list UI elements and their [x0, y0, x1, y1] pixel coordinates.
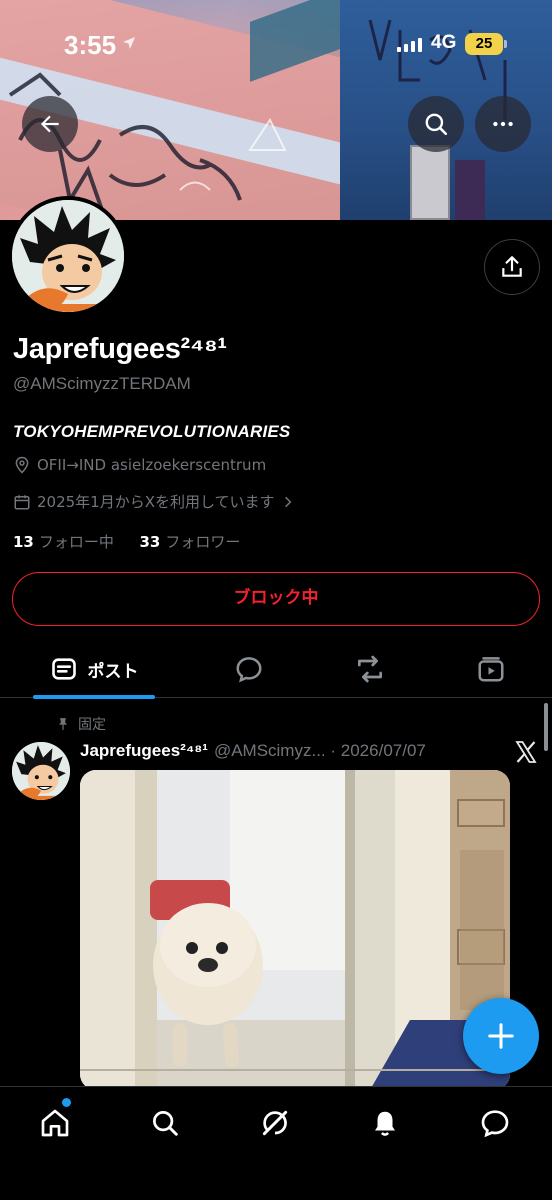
post-image[interactable] — [80, 770, 510, 1090]
followers-count: 33 — [139, 533, 161, 551]
post-author-handle[interactable]: @AMScimyz... — [214, 741, 326, 760]
scrollbar[interactable] — [544, 703, 548, 751]
battery-indicator: 25 — [465, 33, 503, 55]
pinned-label: 固定 — [78, 717, 106, 733]
grok-icon — [262, 1110, 288, 1136]
tab-posts-label: ポスト — [87, 661, 139, 682]
post-author-name[interactable]: Japrefugees²⁴⁸¹ — [80, 741, 208, 760]
signal-icon — [397, 36, 423, 52]
search-button[interactable] — [408, 96, 464, 152]
posts-icon — [51, 658, 76, 680]
post-photo — [80, 770, 510, 1090]
location-arrow-icon — [123, 37, 135, 49]
joined-text: 2025年1月からXを利用しています — [37, 493, 275, 511]
bottom-navigation — [0, 1086, 552, 1200]
active-tab-indicator — [33, 695, 155, 699]
pinned-indicator: 固定 — [56, 714, 106, 734]
chevron-right-icon — [284, 496, 291, 507]
more-icon — [493, 121, 513, 127]
profile-bio: TOKYOHEMPREVOLUTIONARIES — [13, 422, 291, 441]
arrow-left-icon — [40, 115, 59, 133]
plus-icon — [488, 1023, 514, 1049]
media-icon — [478, 657, 504, 682]
network-type: 4G — [431, 32, 457, 53]
search-icon — [425, 113, 448, 136]
message-icon — [481, 1110, 509, 1138]
reply-icon — [236, 657, 262, 683]
post-author-avatar[interactable] — [12, 742, 70, 800]
search-icon — [153, 1111, 178, 1136]
bell-icon — [375, 1111, 395, 1136]
calendar-icon — [14, 494, 30, 509]
share-button[interactable] — [484, 239, 540, 295]
more-button[interactable] — [475, 96, 531, 152]
nav-search[interactable] — [143, 1101, 187, 1145]
followers-label: フォロワー — [165, 533, 241, 551]
pin-icon — [58, 718, 68, 730]
home-notification-dot — [62, 1098, 71, 1107]
profile-tabs: ポスト — [0, 640, 552, 699]
profile-avatar[interactable] — [8, 196, 128, 316]
tab-replies[interactable] — [222, 640, 276, 698]
profile-location: OFII→IND asielzoekerscentrum — [13, 456, 266, 474]
post-date[interactable]: · 2026/07/07 — [330, 741, 425, 760]
status-time: 3:55 — [64, 30, 117, 60]
location-pin-icon — [15, 456, 29, 474]
nav-notifications[interactable] — [363, 1101, 407, 1145]
tab-reposts[interactable] — [343, 640, 397, 698]
home-icon — [41, 1109, 69, 1137]
post-header: Japrefugees²⁴⁸¹ @AMScimyz... · 2026/07/07 — [80, 741, 426, 761]
repost-icon — [358, 655, 382, 683]
tab-media[interactable] — [464, 640, 518, 698]
nav-home[interactable] — [33, 1101, 77, 1145]
profile-handle: @AMScimyzzTERDAM — [13, 374, 191, 393]
status-bar: 3:55 4G 25 — [0, 0, 552, 90]
banner-ac-unit — [410, 145, 450, 220]
banner-poster — [455, 160, 485, 220]
post-avatar-image — [12, 742, 70, 800]
follow-stats: 13 フォロー中 33 フォロワー — [13, 531, 240, 552]
following-count: 13 — [13, 533, 34, 551]
battery-tip — [504, 40, 507, 48]
nav-messages[interactable] — [473, 1101, 517, 1145]
profile-display-name: Japrefugees²⁴⁸¹ — [13, 333, 227, 365]
x-logo-icon — [515, 741, 537, 763]
compose-button[interactable] — [463, 998, 539, 1074]
profile-joined-date[interactable]: 2025年1月からXを利用しています — [13, 491, 295, 512]
followers-link[interactable]: 33 フォロワー — [139, 533, 240, 551]
avatar-image — [12, 200, 124, 312]
back-button[interactable] — [22, 96, 78, 152]
share-icon — [502, 256, 522, 277]
following-link[interactable]: 13 フォロー中 — [13, 533, 114, 551]
tab-posts[interactable]: ポスト — [33, 640, 155, 699]
blocked-button[interactable]: ブロック中 — [12, 572, 540, 626]
location-text: OFII→IND asielzoekerscentrum — [37, 456, 267, 474]
nav-grok[interactable] — [253, 1101, 297, 1145]
following-label: フォロー中 — [38, 533, 114, 551]
